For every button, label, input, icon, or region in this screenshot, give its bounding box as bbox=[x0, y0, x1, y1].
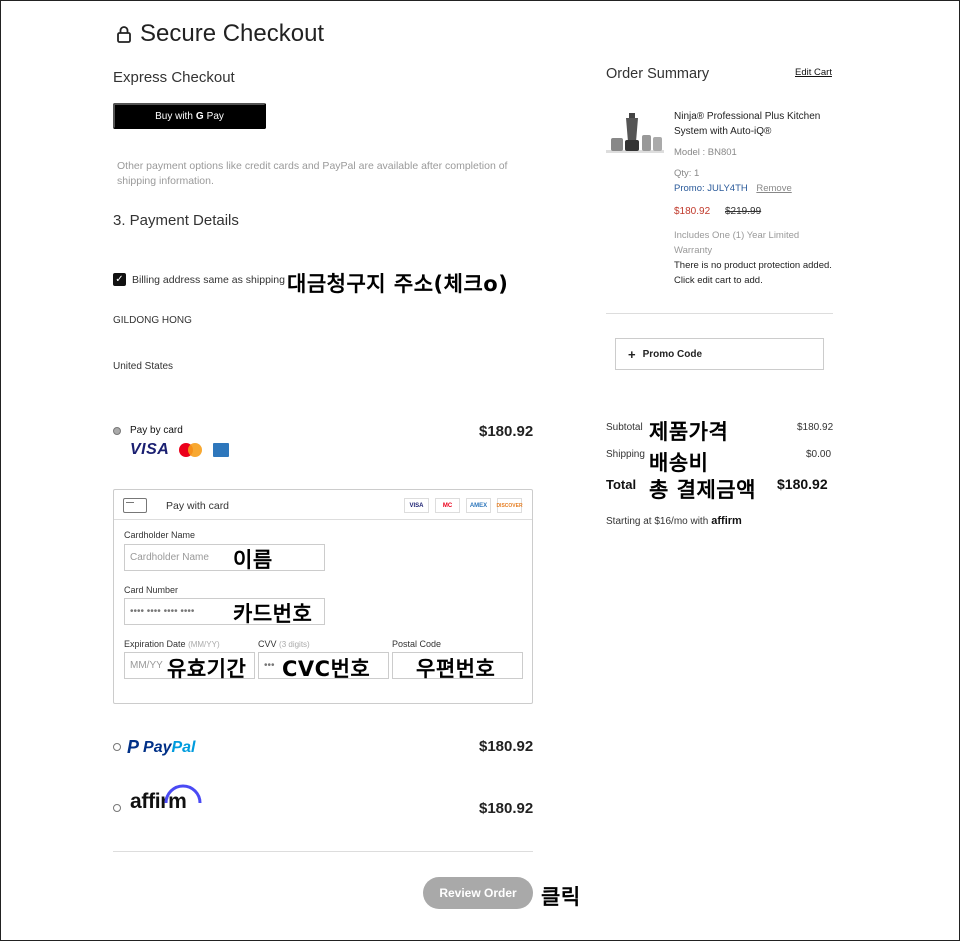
shipping-value: $0.00 bbox=[806, 449, 832, 460]
product-original-price: $219.99 bbox=[725, 206, 762, 217]
gpay-prefix: Buy with bbox=[155, 110, 193, 122]
paypal-wordmark: PayPal bbox=[143, 739, 195, 757]
page-title: Secure Checkout bbox=[116, 20, 324, 48]
mastercard-icon bbox=[179, 443, 203, 457]
page-title-text: Secure Checkout bbox=[140, 20, 325, 47]
product-model: Model : BN801 bbox=[674, 147, 737, 158]
product-promo: Promo: JULY4TH Remove bbox=[674, 183, 792, 194]
affirm-financing-note: Starting at $16/mo with affirm bbox=[606, 515, 742, 527]
amex-mini-icon: AMEX bbox=[466, 498, 491, 513]
visa-icon: VISA bbox=[130, 441, 170, 458]
checkbox-checked-icon[interactable]: ✓ bbox=[113, 273, 126, 286]
annotation-card-number: 카드번호 bbox=[233, 602, 313, 626]
annotation-click: 클릭 bbox=[541, 885, 581, 909]
affirm-small-logo: affirm bbox=[711, 515, 742, 527]
postal-code-label: Postal Code bbox=[392, 639, 442, 649]
card-brand-logos: VISA bbox=[130, 441, 230, 459]
plus-icon: + bbox=[628, 346, 636, 362]
shipping-label: Shipping bbox=[606, 449, 645, 460]
discover-mini-icon: DISCOVER bbox=[496, 498, 523, 513]
product-protection-note: There is no product protection added. Cl… bbox=[674, 260, 832, 286]
annotation-subtotal: 제품가격 bbox=[649, 420, 729, 444]
remove-promo-link[interactable]: Remove bbox=[756, 183, 791, 194]
gpay-button[interactable]: Buy with G Pay bbox=[113, 103, 266, 129]
annotation-cvc: CVC번호 bbox=[282, 657, 371, 681]
google-g-icon: G bbox=[195, 110, 204, 122]
card-number-placeholder: •••• •••• •••• •••• bbox=[130, 606, 195, 617]
annotation-name: 이름 bbox=[233, 548, 273, 572]
payment-details-heading: 3. Payment Details bbox=[113, 212, 239, 229]
credit-card-icon bbox=[123, 498, 147, 513]
paypal-wordmark-pay: Pay bbox=[143, 738, 172, 756]
order-summary-heading: Order Summary bbox=[606, 66, 710, 82]
expiration-label: Expiration Date (MM/YY) bbox=[124, 639, 220, 649]
affirm-radio[interactable] bbox=[113, 804, 121, 812]
annotation-total: 총 결제금액 bbox=[649, 478, 756, 502]
affirm-price: $180.92 bbox=[479, 800, 534, 817]
accepted-card-logos: VISA MC AMEX DISCOVER bbox=[404, 498, 523, 513]
affirm-logo: affirm bbox=[130, 784, 202, 814]
annotation-postal: 우편번호 bbox=[416, 657, 496, 681]
promo-code-text: Promo: JULY4TH bbox=[674, 183, 748, 194]
paypal-radio[interactable] bbox=[113, 743, 121, 751]
cvv-label-text: CVV bbox=[258, 639, 277, 649]
paypal-wordmark-pal: Pal bbox=[171, 738, 196, 756]
total-value: $180.92 bbox=[777, 476, 828, 492]
product-name: Ninja® Professional Plus Kitchen System … bbox=[674, 111, 821, 137]
affirm-arc-icon bbox=[164, 784, 202, 804]
annotation-shipping: 배송비 bbox=[649, 451, 709, 475]
financing-text: Starting at $16/mo with bbox=[606, 516, 709, 527]
card-number-label: Card Number bbox=[124, 585, 179, 595]
paypal-icon: P bbox=[127, 737, 140, 757]
product-warranty: Includes One (1) Year Limited Warranty bbox=[674, 230, 800, 256]
divider bbox=[113, 851, 533, 852]
gpay-pay-text: Pay bbox=[206, 110, 224, 122]
promo-code-toggle[interactable]: + Promo Code bbox=[615, 338, 824, 370]
card-panel-header: Pay with card VISA MC AMEX DISCOVER bbox=[114, 490, 532, 520]
cardholder-name-label: Cardholder Name bbox=[124, 530, 196, 540]
paypal-logo: P PayPal bbox=[127, 737, 196, 758]
expiration-placeholder: MM/YY bbox=[130, 660, 163, 671]
total-label: Total bbox=[606, 477, 637, 492]
pay-by-card-price: $180.92 bbox=[479, 423, 534, 440]
billing-country: United States bbox=[113, 361, 174, 372]
cardholder-name-placeholder: Cardholder Name bbox=[130, 552, 209, 563]
paypal-price: $180.92 bbox=[479, 738, 534, 755]
cvv-label: CVV (3 digits) bbox=[258, 639, 310, 649]
mastercard-mini-icon: MC bbox=[435, 498, 460, 513]
review-order-button[interactable]: Review Order bbox=[423, 877, 533, 909]
subtotal-label: Subtotal bbox=[606, 422, 643, 433]
product-sale-price: $180.92 bbox=[674, 206, 711, 217]
expiration-label-text: Expiration Date bbox=[124, 639, 186, 649]
pay-by-card-label: Pay by card bbox=[130, 425, 183, 436]
pay-with-card-label: Pay with card bbox=[166, 500, 230, 512]
product-qty: Qty: 1 bbox=[674, 168, 700, 179]
other-payment-note: Other payment options like credit cards … bbox=[117, 160, 508, 187]
visa-mini-icon: VISA bbox=[404, 498, 429, 513]
express-checkout-heading: Express Checkout bbox=[113, 69, 235, 86]
edit-cart-link[interactable]: Edit Cart bbox=[795, 67, 832, 78]
subtotal-value: $180.92 bbox=[797, 422, 834, 433]
cvv-placeholder: ••• bbox=[264, 660, 275, 671]
lock-icon bbox=[117, 26, 131, 43]
annotation-expiry: 유효기간 bbox=[167, 657, 247, 681]
billing-name: GILDONG HONG bbox=[113, 315, 192, 326]
expiration-hint: (MM/YY) bbox=[188, 640, 220, 649]
billing-same-checkbox-row[interactable]: ✓ Billing address same as shipping bbox=[113, 273, 285, 286]
pay-by-card-radio[interactable] bbox=[113, 427, 121, 435]
product-image bbox=[606, 113, 664, 153]
cardholder-name-input[interactable]: Cardholder Name bbox=[124, 544, 325, 571]
promo-code-label: Promo Code bbox=[642, 348, 703, 360]
billing-same-label: Billing address same as shipping bbox=[132, 273, 285, 286]
summary-divider bbox=[606, 313, 833, 314]
amex-icon bbox=[213, 443, 230, 457]
cvv-hint: (3 digits) bbox=[279, 640, 310, 649]
annotation-billing: 대금청구지 주소(체크o) bbox=[287, 272, 509, 296]
